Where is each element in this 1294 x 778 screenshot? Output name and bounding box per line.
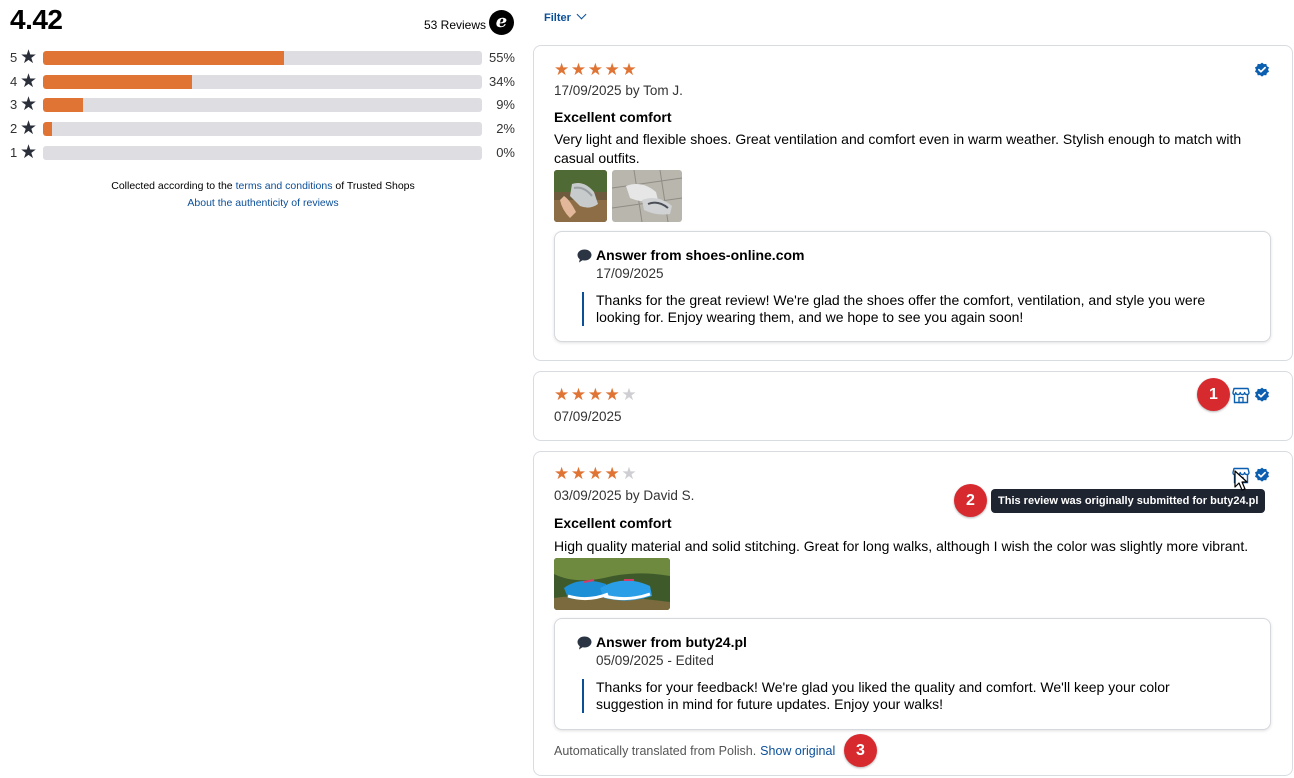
distribution-bar — [43, 145, 482, 160]
distribution-bar — [43, 98, 482, 113]
distribution-row-4[interactable]: 4 ★ 34% — [10, 70, 520, 97]
verified-badge-icon[interactable] — [1254, 62, 1270, 78]
empty-star-icon: ★ — [621, 464, 639, 483]
empty-star-icon: ★ — [621, 385, 639, 404]
star-rating: ★★★★★ — [554, 60, 638, 80]
translation-text: Automatically translated from Polish. — [554, 744, 757, 758]
rating-distribution: 5 ★ 55% 4 ★ 34% 3 ★ 9% 2 ★ 2% 1 ★ 0% — [10, 47, 520, 168]
star-icon: ★ — [587, 464, 605, 483]
verified-badge-icon[interactable] — [1254, 387, 1270, 403]
review-title: Excellent comfort — [554, 515, 672, 531]
star-icon: ★ — [604, 464, 622, 483]
star-icon: ★ — [20, 141, 38, 163]
review-date-author: 03/09/2025 by David S. — [554, 488, 695, 503]
authenticity-link[interactable]: About the authenticity of reviews — [10, 195, 516, 212]
filter-label: Filter — [544, 12, 571, 24]
distribution-row-3[interactable]: 3 ★ 9% — [10, 94, 520, 120]
answer-date: 05/09/2025 - Edited — [596, 653, 714, 668]
answer-date: 17/09/2025 — [596, 266, 664, 281]
distribution-bar-fill — [43, 51, 285, 65]
distribution-bar-fill — [43, 122, 52, 137]
merchant-answer: Answer from shoes-online.com 17/09/2025 … — [554, 231, 1271, 342]
review-text: High quality material and solid stitchin… — [554, 538, 1249, 554]
annotation-marker-2: 2 — [954, 484, 987, 517]
star-icon: ★ — [20, 118, 38, 140]
annotation-marker-3: 3 — [844, 734, 877, 767]
review-count[interactable]: 53 Reviews — [424, 18, 486, 32]
star-icon: ★ — [570, 385, 588, 404]
distribution-bar — [43, 51, 482, 65]
distribution-row-5[interactable]: 5 ★ 55% — [10, 47, 520, 73]
distribution-bar-fill — [43, 74, 193, 89]
star-icon: ★ — [20, 94, 38, 116]
collected-prefix: Collected according to the — [111, 180, 233, 192]
distribution-row-1[interactable]: 1 ★ 0% — [10, 141, 520, 168]
distribution-star-count: 1 — [10, 144, 18, 160]
star-icon: ★ — [20, 47, 38, 68]
star-icon: ★ — [604, 385, 622, 404]
distribution-star-count: 5 — [10, 50, 18, 65]
answer-title: Answer from buty24.pl — [596, 634, 747, 650]
star-rating: ★★★★★ — [554, 464, 638, 484]
distribution-star-count: 4 — [10, 73, 18, 89]
star-icon: ★ — [570, 464, 588, 483]
merchant-answer: Answer from buty24.pl 05/09/2025 - Edite… — [554, 618, 1271, 730]
mouse-pointer-icon — [1234, 470, 1248, 491]
star-icon: ★ — [587, 385, 605, 404]
review-photo[interactable] — [554, 170, 607, 222]
review-date: 07/09/2025 — [554, 409, 622, 424]
distribution-star-count: 2 — [10, 121, 18, 137]
annotation-marker-1: 1 — [1197, 378, 1230, 411]
trusted-shops-logo: e — [489, 10, 514, 35]
review-title: Excellent comfort — [554, 109, 672, 125]
average-rating: 4.42 — [10, 4, 63, 35]
collected-suffix: of Trusted Shops — [335, 180, 415, 192]
distribution-bar — [43, 122, 482, 137]
review-card: ★★★★★ 17/09/2025 by Tom J. Excellent com… — [533, 45, 1293, 361]
distribution-star-count: 3 — [10, 97, 18, 113]
review-photo[interactable] — [612, 170, 682, 222]
answer-text: Thanks for the great review! We're glad … — [582, 292, 1222, 326]
review-date-author: 17/09/2025 by Tom J. — [554, 83, 683, 98]
review-card: ★★★★★ 07/09/2025 — [533, 371, 1293, 441]
answer-text: Thanks for your feedback! We're glad you… — [582, 679, 1222, 713]
star-icon: ★ — [20, 70, 38, 92]
star-icon: ★ — [554, 60, 571, 79]
star-icon: ★ — [621, 60, 639, 79]
distribution-percent: 2% — [496, 121, 515, 137]
distribution-bar — [43, 74, 482, 89]
distribution-percent: 0% — [496, 144, 515, 160]
review-text: Very light and flexible shoes. Great ven… — [554, 131, 1242, 166]
star-icon: ★ — [554, 464, 571, 483]
filter-button[interactable]: Filter — [544, 9, 587, 24]
star-icon: ★ — [587, 60, 605, 79]
distribution-row-2[interactable]: 2 ★ 2% — [10, 118, 520, 144]
star-icon: ★ — [570, 60, 588, 79]
show-original-link[interactable]: Show original — [760, 744, 835, 758]
speech-bubble-icon — [577, 636, 592, 650]
translation-notice: Automatically translated from Polish. Sho… — [554, 744, 835, 758]
distribution-percent: 34% — [488, 73, 515, 89]
star-rating: ★★★★★ — [554, 385, 638, 405]
speech-bubble-icon — [577, 249, 592, 263]
review-photo[interactable] — [554, 558, 670, 610]
shop-icon[interactable] — [1232, 386, 1250, 404]
collected-notice: Collected according to the terms and con… — [10, 178, 516, 212]
distribution-bar-fill — [43, 98, 83, 113]
answer-title: Answer from shoes-online.com — [596, 247, 805, 263]
verified-badge-icon[interactable] — [1254, 467, 1270, 483]
distribution-percent: 55% — [488, 50, 515, 65]
distribution-percent: 9% — [496, 97, 515, 113]
star-icon: ★ — [604, 60, 622, 79]
terms-link[interactable]: terms and conditions — [236, 180, 333, 192]
chevron-down-icon — [576, 9, 587, 20]
star-icon: ★ — [554, 385, 571, 404]
origin-tooltip: This review was originally submitted for… — [991, 489, 1266, 513]
